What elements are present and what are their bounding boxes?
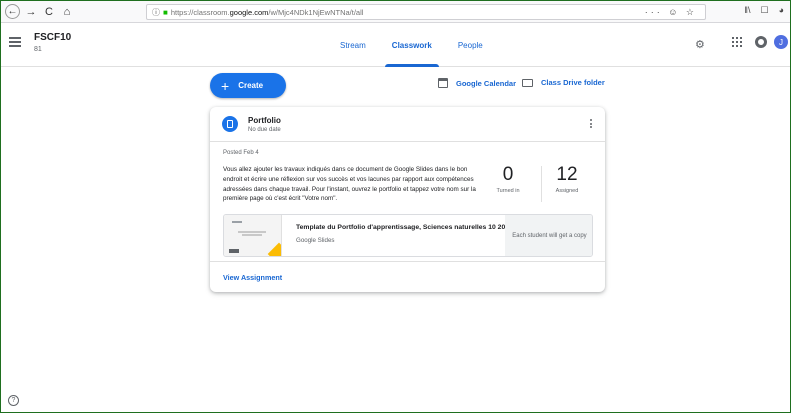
page-actions[interactable]: ··· ☺ ☆: [645, 7, 697, 18]
account-circle-icon[interactable]: [755, 36, 767, 48]
assignment-icon: [222, 116, 238, 132]
attachment[interactable]: Template du Portfolio d'apprentissage, S…: [223, 214, 593, 257]
turned-in-count: 0: [502, 164, 514, 185]
back-arrow-icon[interactable]: ←: [5, 4, 20, 19]
card-footer: View Assignment: [210, 261, 605, 292]
url-host: google.com: [229, 7, 269, 17]
home-icon[interactable]: ⌂: [60, 5, 74, 19]
reload-icon[interactable]: C: [42, 5, 56, 19]
tab-stream[interactable]: Stream: [327, 23, 379, 67]
assignment-due-date: No due date: [248, 127, 281, 133]
url-path: /w/Mjc4NDk1NjEwNTNa/t/all: [268, 7, 364, 17]
assigned-count: 12: [556, 164, 578, 185]
create-button[interactable]: + Create: [210, 73, 286, 98]
assignment-header[interactable]: Portfolio No due date: [210, 107, 605, 142]
create-label: Create: [238, 81, 264, 90]
browser-toolbar: ← → C ⌂ ⓘ ■ https://classroom. google.com…: [1, 1, 790, 23]
tab-people[interactable]: People: [445, 23, 496, 67]
attachment-title: Template du Portfolio d'apprentissage, S…: [296, 224, 515, 231]
assigned-label: Assigned: [555, 188, 579, 194]
help-icon[interactable]: ?: [8, 395, 19, 406]
address-bar[interactable]: ⓘ ■ https://classroom. google.com/w/Mjc4N…: [146, 4, 706, 20]
class-drive-folder-label: Class Drive folder: [541, 78, 605, 87]
assignment-title: Portfolio: [248, 116, 281, 125]
stat-divider: [541, 166, 542, 202]
extension-icon[interactable]: ◕: [779, 5, 784, 16]
apps-icon[interactable]: [732, 37, 742, 47]
posted-date: Posted Feb 4: [223, 150, 259, 156]
sidebar-icon[interactable]: ☐: [760, 5, 768, 16]
copy-note: Each student will get a copy: [505, 215, 592, 256]
class-drive-folder-link[interactable]: Class Drive folder: [522, 78, 605, 87]
plus-icon: +: [221, 77, 230, 94]
menu-icon[interactable]: [9, 37, 21, 47]
attachment-type: Google Slides: [296, 237, 335, 244]
avatar[interactable]: J: [774, 35, 788, 49]
tab-bar: Stream Classwork People: [327, 23, 496, 67]
lock-icon: ■: [163, 7, 168, 17]
calendar-icon: [438, 78, 448, 88]
google-calendar-link[interactable]: Google Calendar: [438, 78, 516, 88]
forward-arrow-icon[interactable]: →: [24, 5, 38, 19]
turned-in-label: Turned in: [496, 188, 520, 194]
google-calendar-label: Google Calendar: [456, 78, 517, 88]
more-options-icon[interactable]: [590, 119, 593, 130]
turned-in-stat[interactable]: 0 Turned in: [491, 164, 525, 195]
app-header: FSCF10 81 Stream Classwork People ⚙ J: [1, 23, 790, 67]
assigned-stat[interactable]: 12 Assigned: [545, 164, 589, 195]
library-icon[interactable]: ǁ\: [744, 5, 750, 16]
view-assignment-link[interactable]: View Assignment: [223, 273, 282, 282]
settings-icon[interactable]: ⚙: [695, 38, 705, 51]
tab-classwork[interactable]: Classwork: [379, 23, 445, 67]
assignment-description: Vous allez ajouter les travaux indiqués …: [223, 166, 476, 203]
url-prefix: https://classroom.: [170, 7, 230, 17]
attachment-thumbnail: [224, 215, 282, 256]
info-icon[interactable]: ⓘ: [152, 7, 160, 18]
folder-icon: [522, 78, 533, 87]
class-section: 81: [34, 46, 42, 53]
class-name[interactable]: FSCF10: [34, 32, 71, 43]
assignment-card: Portfolio No due date Posted Feb 4 Vous …: [210, 107, 605, 292]
